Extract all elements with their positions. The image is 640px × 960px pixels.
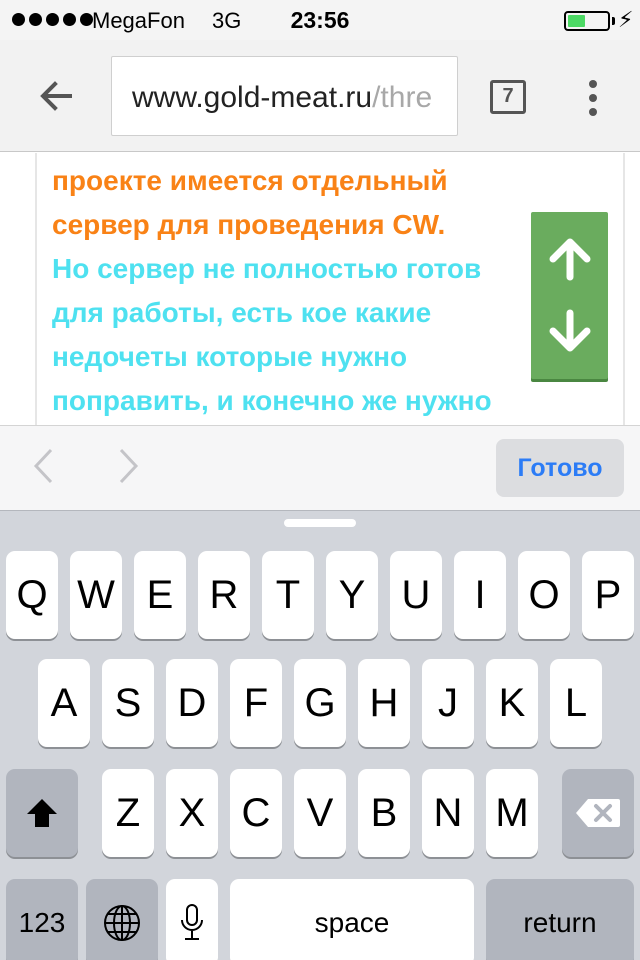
key-p[interactable]: P — [582, 551, 634, 639]
dictation-key[interactable] — [166, 879, 218, 960]
key-o[interactable]: O — [518, 551, 570, 639]
backspace-icon — [576, 799, 620, 827]
key-v[interactable]: V — [294, 769, 346, 857]
key-b[interactable]: B — [358, 769, 410, 857]
chevron-right-icon — [119, 448, 139, 484]
space-key[interactable]: space — [230, 879, 474, 960]
key-m[interactable]: M — [486, 769, 538, 857]
post-text-line: поправить, и конечно же нужно — [52, 385, 492, 416]
key-h[interactable]: H — [358, 659, 410, 747]
key-t[interactable]: T — [262, 551, 314, 639]
key-n[interactable]: N — [422, 769, 474, 857]
shift-key[interactable] — [6, 769, 78, 857]
lightning-bolt-icon: ⚡︎ — [618, 7, 634, 32]
url-text: www.gold-meat.ru/thre — [132, 81, 432, 115]
key-x[interactable]: X — [166, 769, 218, 857]
menu-button[interactable] — [578, 78, 608, 118]
key-f[interactable]: F — [230, 659, 282, 747]
status-bar: MegaFon 3G 23:56 ⚡︎ — [0, 0, 640, 40]
globe-key[interactable] — [86, 879, 158, 960]
post-text-line: для работы, есть кое какие — [52, 297, 432, 328]
arrow-up-icon — [549, 238, 590, 281]
numbers-key[interactable]: 123 — [6, 879, 78, 960]
key-s[interactable]: S — [102, 659, 154, 747]
url-host: www.gold-meat.ru — [132, 81, 373, 114]
keyboard: 123 space return QWERTYUIOP ASDFGHJKL ZXCV… — [0, 510, 640, 960]
form-accessory-bar: Готово — [0, 425, 640, 510]
browser-toolbar: www.gold-meat.ru/thre 7 — [0, 40, 640, 152]
arrow-down-icon — [549, 309, 590, 352]
return-key[interactable]: return — [486, 879, 634, 960]
key-i[interactable]: I — [454, 551, 506, 639]
battery-tip — [612, 17, 615, 25]
scroll-down-button[interactable] — [531, 300, 608, 364]
next-field-button[interactable] — [110, 444, 146, 488]
done-button[interactable]: Готово — [496, 439, 624, 497]
key-u[interactable]: U — [390, 551, 442, 639]
shift-arrow-icon — [27, 799, 57, 827]
key-d[interactable]: D — [166, 659, 218, 747]
back-button[interactable] — [30, 70, 82, 122]
key-j[interactable]: J — [422, 659, 474, 747]
three-dots-vertical-icon — [589, 80, 597, 88]
key-q[interactable]: Q — [6, 551, 58, 639]
battery-icon — [564, 11, 610, 31]
key-g[interactable]: G — [294, 659, 346, 747]
delete-key[interactable] — [562, 769, 634, 857]
key-e[interactable]: E — [134, 551, 186, 639]
post-text: Отдельный сервер для CW. В нашемпроекте … — [52, 153, 572, 423]
key-z[interactable]: Z — [102, 769, 154, 857]
arrow-left-icon — [40, 81, 72, 111]
post-text-line: Но сервер не полностью готов — [52, 253, 482, 284]
post-text-line: недочеты которые нужно — [52, 341, 408, 372]
previous-field-button[interactable] — [26, 444, 62, 488]
key-l[interactable]: L — [550, 659, 602, 747]
url-path: /thre — [372, 81, 433, 114]
chevron-left-icon — [33, 448, 53, 484]
scroll-up-button[interactable] — [531, 226, 608, 290]
tabs-button[interactable]: 7 — [490, 80, 526, 114]
key-c[interactable]: C — [230, 769, 282, 857]
key-r[interactable]: R — [198, 551, 250, 639]
globe-icon — [104, 905, 140, 941]
key-w[interactable]: W — [70, 551, 122, 639]
keyboard-handle — [284, 519, 356, 527]
key-y[interactable]: Y — [326, 551, 378, 639]
microphone-icon — [181, 904, 203, 940]
status-time: 23:56 — [290, 7, 350, 33]
scroll-widget — [531, 212, 608, 379]
post-text-line: проекте имеется отдельный — [52, 165, 448, 196]
page-content[interactable]: Отдельный сервер для CW. В нашемпроекте … — [0, 153, 640, 425]
key-a[interactable]: A — [38, 659, 90, 747]
url-field[interactable]: www.gold-meat.ru/thre — [111, 56, 458, 136]
key-k[interactable]: K — [486, 659, 538, 747]
post-text-line: сервер для проведения CW. — [52, 209, 446, 240]
battery-level-fill — [568, 15, 585, 27]
